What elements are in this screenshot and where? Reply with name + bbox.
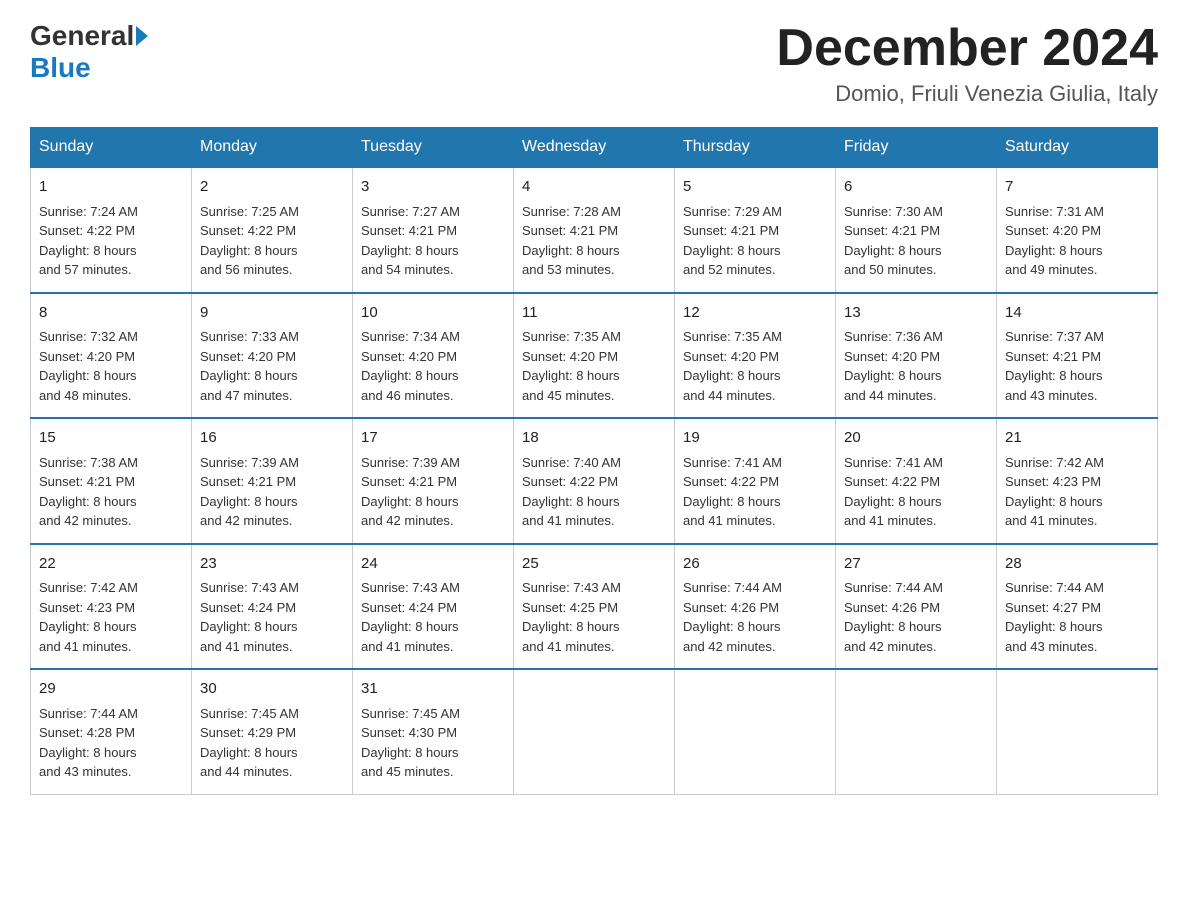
calendar-day-cell: 23 Sunrise: 7:43 AM Sunset: 4:24 PM Dayl… [192, 544, 353, 670]
day-number: 24 [361, 553, 505, 576]
day-number: 30 [200, 678, 344, 701]
calendar-day-cell: 3 Sunrise: 7:27 AM Sunset: 4:21 PM Dayli… [353, 167, 514, 293]
day-of-week-header: Tuesday [353, 128, 514, 168]
calendar-day-cell: 26 Sunrise: 7:44 AM Sunset: 4:26 PM Dayl… [675, 544, 836, 670]
calendar-day-cell [997, 669, 1158, 794]
day-number: 4 [522, 176, 666, 199]
calendar-day-cell: 22 Sunrise: 7:42 AM Sunset: 4:23 PM Dayl… [31, 544, 192, 670]
day-number: 19 [683, 427, 827, 450]
calendar-day-cell: 15 Sunrise: 7:38 AM Sunset: 4:21 PM Dayl… [31, 418, 192, 544]
calendar-day-cell: 8 Sunrise: 7:32 AM Sunset: 4:20 PM Dayli… [31, 293, 192, 419]
day-number: 21 [1005, 427, 1149, 450]
calendar-day-cell [836, 669, 997, 794]
page-header: General Blue December 2024 Domio, Friuli… [30, 20, 1158, 107]
calendar-day-cell: 2 Sunrise: 7:25 AM Sunset: 4:22 PM Dayli… [192, 167, 353, 293]
day-number: 11 [522, 302, 666, 325]
day-number: 8 [39, 302, 183, 325]
calendar-day-cell: 19 Sunrise: 7:41 AM Sunset: 4:22 PM Dayl… [675, 418, 836, 544]
calendar-day-cell: 29 Sunrise: 7:44 AM Sunset: 4:28 PM Dayl… [31, 669, 192, 794]
logo-general-text: General [30, 20, 134, 52]
day-number: 9 [200, 302, 344, 325]
day-of-week-header: Friday [836, 128, 997, 168]
calendar-day-cell: 9 Sunrise: 7:33 AM Sunset: 4:20 PM Dayli… [192, 293, 353, 419]
day-of-week-header: Thursday [675, 128, 836, 168]
day-of-week-header: Saturday [997, 128, 1158, 168]
calendar-day-cell: 7 Sunrise: 7:31 AM Sunset: 4:20 PM Dayli… [997, 167, 1158, 293]
day-of-week-header: Monday [192, 128, 353, 168]
logo-blue-text: Blue [30, 52, 91, 83]
calendar-day-cell: 5 Sunrise: 7:29 AM Sunset: 4:21 PM Dayli… [675, 167, 836, 293]
day-number: 26 [683, 553, 827, 576]
day-number: 16 [200, 427, 344, 450]
calendar-day-cell: 14 Sunrise: 7:37 AM Sunset: 4:21 PM Dayl… [997, 293, 1158, 419]
calendar-day-cell: 11 Sunrise: 7:35 AM Sunset: 4:20 PM Dayl… [514, 293, 675, 419]
logo: General Blue [30, 20, 150, 84]
day-number: 31 [361, 678, 505, 701]
day-number: 13 [844, 302, 988, 325]
calendar-header-row: SundayMondayTuesdayWednesdayThursdayFrid… [31, 128, 1158, 168]
calendar-week-row: 8 Sunrise: 7:32 AM Sunset: 4:20 PM Dayli… [31, 293, 1158, 419]
location-subtitle: Domio, Friuli Venezia Giulia, Italy [776, 81, 1158, 107]
day-number: 2 [200, 176, 344, 199]
calendar-day-cell: 4 Sunrise: 7:28 AM Sunset: 4:21 PM Dayli… [514, 167, 675, 293]
day-number: 5 [683, 176, 827, 199]
day-number: 10 [361, 302, 505, 325]
day-number: 17 [361, 427, 505, 450]
calendar-day-cell: 21 Sunrise: 7:42 AM Sunset: 4:23 PM Dayl… [997, 418, 1158, 544]
calendar-day-cell: 20 Sunrise: 7:41 AM Sunset: 4:22 PM Dayl… [836, 418, 997, 544]
calendar-day-cell: 27 Sunrise: 7:44 AM Sunset: 4:26 PM Dayl… [836, 544, 997, 670]
calendar-week-row: 29 Sunrise: 7:44 AM Sunset: 4:28 PM Dayl… [31, 669, 1158, 794]
calendar-day-cell: 1 Sunrise: 7:24 AM Sunset: 4:22 PM Dayli… [31, 167, 192, 293]
day-number: 22 [39, 553, 183, 576]
calendar-day-cell: 25 Sunrise: 7:43 AM Sunset: 4:25 PM Dayl… [514, 544, 675, 670]
calendar-week-row: 22 Sunrise: 7:42 AM Sunset: 4:23 PM Dayl… [31, 544, 1158, 670]
day-number: 27 [844, 553, 988, 576]
calendar-day-cell [514, 669, 675, 794]
day-of-week-header: Sunday [31, 128, 192, 168]
logo-arrow-icon [136, 26, 148, 46]
day-number: 23 [200, 553, 344, 576]
calendar-week-row: 1 Sunrise: 7:24 AM Sunset: 4:22 PM Dayli… [31, 167, 1158, 293]
day-number: 25 [522, 553, 666, 576]
calendar-day-cell: 30 Sunrise: 7:45 AM Sunset: 4:29 PM Dayl… [192, 669, 353, 794]
title-area: December 2024 Domio, Friuli Venezia Giul… [776, 20, 1158, 107]
calendar-week-row: 15 Sunrise: 7:38 AM Sunset: 4:21 PM Dayl… [31, 418, 1158, 544]
calendar-day-cell: 10 Sunrise: 7:34 AM Sunset: 4:20 PM Dayl… [353, 293, 514, 419]
day-number: 29 [39, 678, 183, 701]
day-number: 15 [39, 427, 183, 450]
calendar-day-cell: 6 Sunrise: 7:30 AM Sunset: 4:21 PM Dayli… [836, 167, 997, 293]
day-number: 7 [1005, 176, 1149, 199]
day-number: 12 [683, 302, 827, 325]
calendar-day-cell: 13 Sunrise: 7:36 AM Sunset: 4:20 PM Dayl… [836, 293, 997, 419]
calendar-table: SundayMondayTuesdayWednesdayThursdayFrid… [30, 127, 1158, 795]
day-number: 28 [1005, 553, 1149, 576]
day-number: 1 [39, 176, 183, 199]
day-number: 14 [1005, 302, 1149, 325]
calendar-day-cell [675, 669, 836, 794]
calendar-day-cell: 24 Sunrise: 7:43 AM Sunset: 4:24 PM Dayl… [353, 544, 514, 670]
calendar-day-cell: 12 Sunrise: 7:35 AM Sunset: 4:20 PM Dayl… [675, 293, 836, 419]
month-year-title: December 2024 [776, 20, 1158, 77]
calendar-day-cell: 18 Sunrise: 7:40 AM Sunset: 4:22 PM Dayl… [514, 418, 675, 544]
calendar-day-cell: 31 Sunrise: 7:45 AM Sunset: 4:30 PM Dayl… [353, 669, 514, 794]
day-of-week-header: Wednesday [514, 128, 675, 168]
calendar-day-cell: 16 Sunrise: 7:39 AM Sunset: 4:21 PM Dayl… [192, 418, 353, 544]
day-number: 3 [361, 176, 505, 199]
calendar-day-cell: 17 Sunrise: 7:39 AM Sunset: 4:21 PM Dayl… [353, 418, 514, 544]
day-number: 18 [522, 427, 666, 450]
day-number: 20 [844, 427, 988, 450]
calendar-day-cell: 28 Sunrise: 7:44 AM Sunset: 4:27 PM Dayl… [997, 544, 1158, 670]
day-number: 6 [844, 176, 988, 199]
